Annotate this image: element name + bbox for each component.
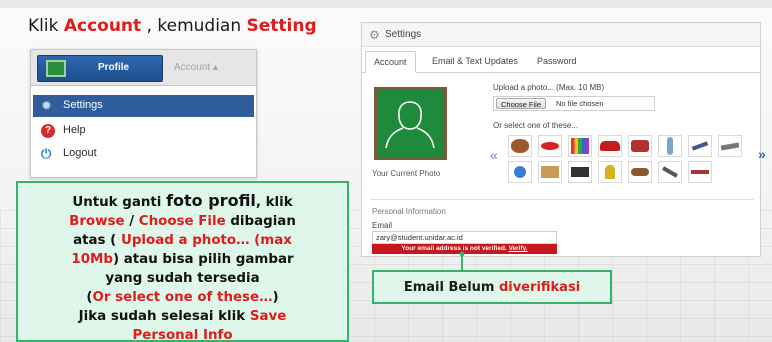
text: Save (249, 309, 287, 324)
heading-text-1: Klik (28, 16, 64, 36)
instruction-line-4: 10Mb) atau bisa pilih gambar (18, 250, 347, 269)
instruction-line-5: yang sudah tersedia (105, 271, 260, 286)
account-header: Profile Account ▴ (31, 50, 256, 86)
current-photo-caption: Your Current Photo (372, 169, 441, 178)
top-strip (0, 0, 772, 8)
text: atas ( (73, 233, 121, 248)
gallery-thumb-jet[interactable] (688, 161, 712, 183)
email-callout: Email Belum diverifikasi (372, 270, 612, 304)
heading-text-2: , kemudian (141, 16, 247, 36)
instruction-line-8: Personal Info (132, 328, 233, 342)
gallery-thumb-lips[interactable] (538, 135, 562, 157)
text: Browse (69, 214, 125, 229)
text: Or select one of these… (92, 290, 273, 305)
heading-account: Account (63, 16, 142, 36)
settings-title-bar: ⚙ Settings (362, 23, 760, 47)
gallery-thumb-skier[interactable] (688, 135, 712, 157)
slide-canvas: Klik Account , kemudian Setting Profile … (0, 0, 772, 342)
email-field[interactable]: zary@student.unidar.ac.id (372, 231, 557, 244)
email-callout-text: Email Belum diverifikasi (374, 280, 610, 295)
text: 10Mb (71, 252, 113, 267)
instruction-line-7: Jika sudah selesai klik Save (18, 307, 347, 326)
personal-info-label: Personal Information (372, 207, 446, 216)
text: Upload a photo… (max (120, 233, 292, 248)
text: foto profil (166, 191, 256, 210)
verify-link[interactable]: Verify. (509, 245, 528, 252)
text: Choose File (138, 214, 226, 229)
tab-password[interactable]: Password (537, 56, 577, 66)
menu-item-settings[interactable]: ✹ Settings (33, 95, 254, 117)
help-icon: ? (41, 124, 55, 138)
email-label: Email (372, 221, 393, 230)
file-input[interactable]: Choose File No file chosen (493, 96, 655, 111)
gallery-thumb-tractor[interactable] (628, 135, 652, 157)
current-photo (374, 87, 447, 160)
logout-icon: ⏻ (41, 146, 52, 161)
gallery-thumb-plane[interactable] (718, 135, 742, 157)
menu-item-help[interactable]: ? Help (33, 120, 254, 142)
text: dibagian (225, 214, 296, 229)
no-file-text: No file chosen (556, 99, 604, 108)
gallery-thumb-figure[interactable] (658, 135, 682, 157)
settings-tabs: Account Email & Text Updates Password (362, 51, 760, 73)
menu-item-label: Settings (63, 99, 103, 111)
text: , klik (255, 195, 293, 210)
silhouette-icon (385, 101, 435, 149)
gallery-thumb-shop[interactable] (538, 161, 562, 183)
text: ) (272, 290, 279, 305)
gallery-thumb-gradcap[interactable] (568, 161, 592, 183)
menu-item-label: Help (63, 124, 86, 136)
gallery-thumb-pencils[interactable] (568, 135, 592, 157)
email-not-verified-banner: Your email address is not verified. Veri… (372, 244, 557, 254)
text: / (124, 214, 139, 229)
settings-window: ⚙ Settings Account Email & Text Updates … (361, 22, 766, 257)
section-divider (370, 199, 754, 200)
gear-icon: ✹ (41, 98, 52, 113)
menu-item-label: Logout (63, 147, 97, 159)
gallery-thumb-bears[interactable] (508, 135, 532, 157)
upload-label: Upload a photo... (Max. 10 MB) (493, 83, 605, 92)
account-dropdown: Profile Account ▴ ✹ Settings ? Help ⏻ Lo… (30, 49, 257, 178)
text: diverifikasi (498, 280, 581, 295)
gallery-thumb-car[interactable] (598, 135, 622, 157)
gallery-thumb-balloon[interactable] (508, 161, 532, 183)
instruction-line-6: (Or select one of these…) (18, 288, 347, 307)
text: Untuk ganti (72, 195, 167, 210)
verify-message: Your email address is not verified. (401, 245, 509, 252)
choose-file-button[interactable]: Choose File (496, 98, 547, 109)
gallery-thumb-shoes[interactable] (628, 161, 652, 183)
text: ) atau bisa pilih gambar (112, 252, 294, 267)
profile-button[interactable]: Profile (37, 55, 163, 82)
account-tab[interactable]: Account ▴ (174, 62, 218, 73)
menu-item-logout[interactable]: ⏻ Logout (33, 143, 254, 165)
settings-title: Settings (385, 29, 422, 40)
profile-label: Profile (98, 62, 130, 73)
instruction-text: Untuk ganti foto profil, klik Browse / C… (18, 191, 347, 342)
tab-email-text-updates[interactable]: Email & Text Updates (432, 56, 518, 66)
instruction-callout: Untuk ganti foto profil, klik Browse / C… (16, 181, 349, 342)
instruction-line-1: Untuk ganti foto profil, klik (18, 191, 347, 212)
slide-heading: Klik Account , kemudian Setting (28, 16, 317, 36)
instruction-line-3: atas ( Upload a photo… (max (18, 231, 347, 250)
select-label: Or select one of these... (493, 121, 578, 130)
gear-icon: ⚙ (369, 28, 380, 42)
text: Jika sudah selesai klik (78, 309, 250, 324)
gallery-next-icon[interactable]: » (758, 146, 766, 162)
instruction-line-2: Browse / Choose File dibagian (18, 212, 347, 231)
gallery-thumb-trophy[interactable] (598, 161, 622, 183)
heading-setting: Setting (246, 16, 317, 36)
profile-avatar-icon (46, 60, 66, 77)
text: Email Belum (403, 280, 499, 295)
gallery-prev-icon[interactable]: « (490, 147, 498, 163)
gallery-thumb-gymnast[interactable] (658, 161, 682, 183)
tab-account[interactable]: Account (365, 51, 416, 73)
